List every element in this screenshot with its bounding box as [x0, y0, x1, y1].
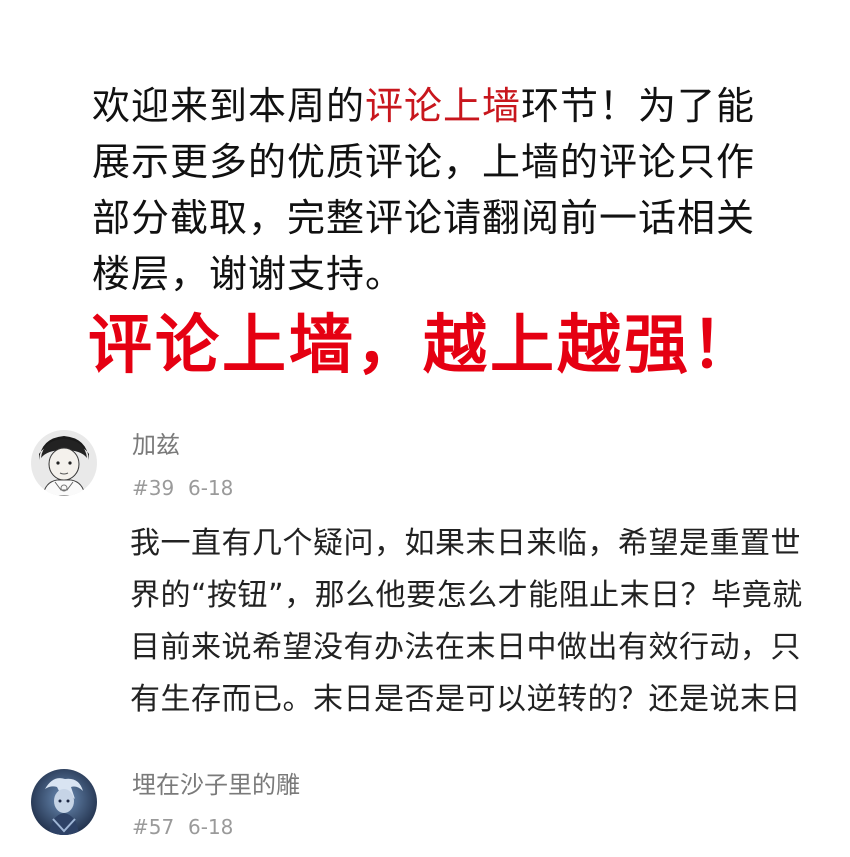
comment-author[interactable]: 加兹 [132, 430, 180, 460]
comment-date: 6-18 [188, 815, 234, 839]
comment-date: 6-18 [188, 476, 234, 500]
comment-author[interactable]: 埋在沙子里的雕 [132, 770, 300, 800]
comment-meta: #57 6-18 [132, 814, 233, 840]
user-avatar-icon[interactable] [31, 430, 97, 496]
comment-text: 我一直有几个疑问，如果末日来临，希望是重置世界的“按钮”，那么他要怎么才能阻止末… [130, 526, 803, 717]
comment-floor: #57 [132, 815, 175, 839]
intro-text: 欢迎来到本周的评论上墙环节！为了能展示更多的优质评论，上墙的评论只作部分截取，完… [92, 78, 772, 302]
comment-meta: #39 6-18 [132, 475, 233, 501]
intro-highlight: 评论上墙 [365, 84, 522, 128]
comment-floor: #39 [132, 476, 175, 500]
user-avatar-icon[interactable] [31, 769, 97, 835]
slogan-banner: 评论上墙，越上越强！ [88, 309, 758, 383]
intro-text-before: 欢迎来到本周的 [92, 84, 366, 128]
